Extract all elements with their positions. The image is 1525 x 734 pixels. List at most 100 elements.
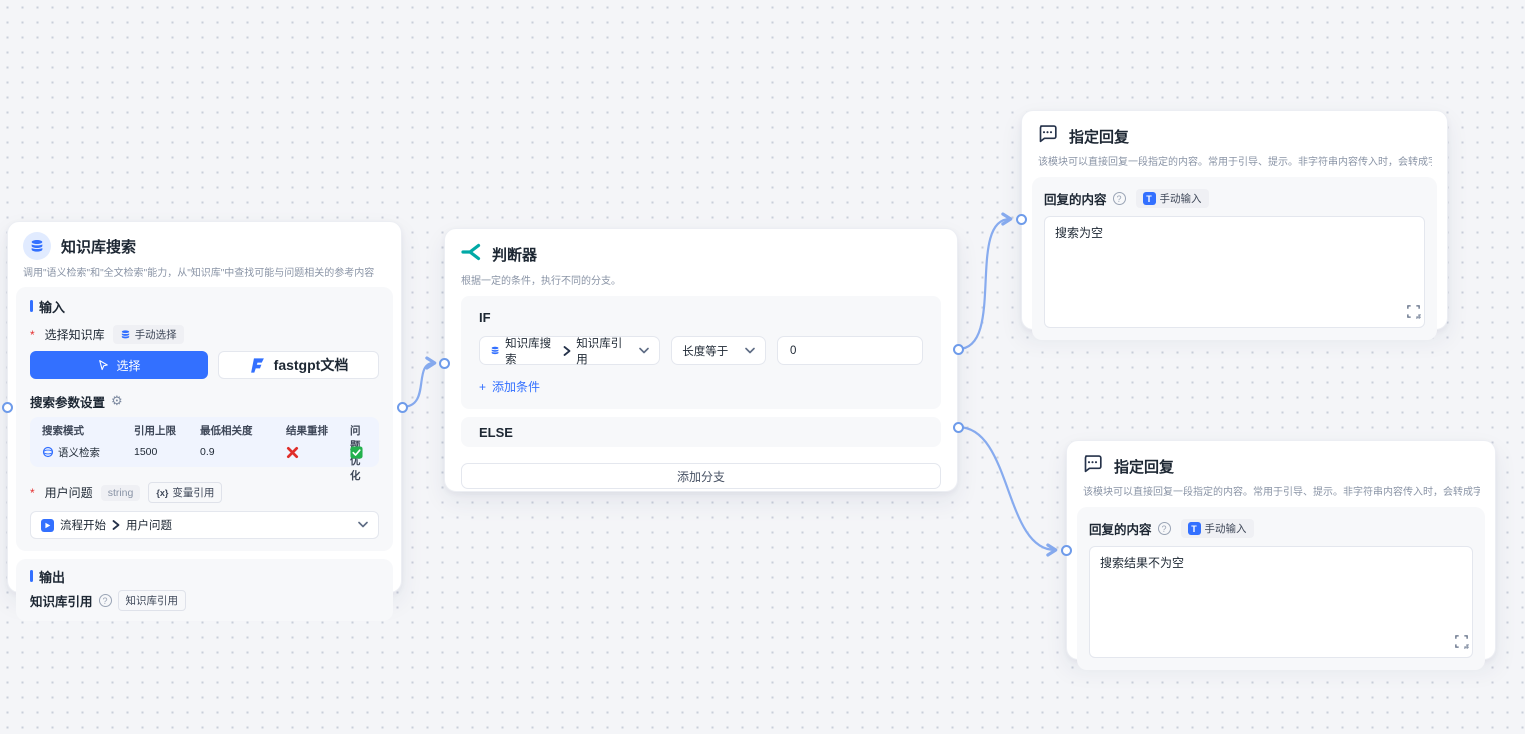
cell-quote-limit: 1500 xyxy=(134,443,200,461)
chevron-right-icon xyxy=(563,346,571,356)
section-bar xyxy=(30,300,33,312)
chevron-down-icon xyxy=(639,345,649,357)
condition-operator-select[interactable]: 长度等于 xyxy=(671,336,766,365)
fastgpt-logo xyxy=(249,357,266,374)
node-classifier[interactable]: 判断器 根据一定的条件，执行不同的分支。 IF 知识库搜索 知识库引用 长度等于 xyxy=(444,228,958,492)
select-cursor-icon xyxy=(97,359,110,372)
gear-icon[interactable]: ⚙ xyxy=(111,393,123,409)
port-reply-empty-input[interactable] xyxy=(1016,214,1027,225)
port-dataset-input[interactable] xyxy=(2,402,13,413)
red-cross-icon xyxy=(286,446,299,459)
cell-rerank-off xyxy=(286,443,350,461)
dataset-mini-icon xyxy=(120,329,131,340)
question-source: 流程开始 xyxy=(60,517,106,533)
chevron-down-icon xyxy=(358,519,368,531)
dataset-node-header: 知识库搜索 xyxy=(8,222,401,260)
classifier-node-header: 判断器 xyxy=(445,229,957,268)
condition-var-field: 知识库引用 xyxy=(576,335,629,367)
port-classifier-if[interactable] xyxy=(953,344,964,355)
section-bar xyxy=(30,570,33,582)
condition-var-source: 知识库搜索 xyxy=(505,335,558,367)
node-reply-filled[interactable]: 指定回复 该模块可以直接回复一段指定的内容。常用于引导、提示。非字符串内容传入时… xyxy=(1066,440,1496,660)
user-question-label: 用户问题 xyxy=(45,484,93,501)
input-section-label: 输入 xyxy=(30,298,379,314)
help-icon[interactable]: ? xyxy=(99,594,112,607)
reply-content-label-row: 回复的内容 ? T 手动输入 xyxy=(1044,189,1425,208)
reply-content-label: 回复的内容 xyxy=(1089,519,1152,538)
chevron-right-icon xyxy=(112,520,120,530)
chevron-down-icon xyxy=(745,345,755,357)
output-value-badge: 知识库引用 xyxy=(118,590,187,611)
col-search-mode: 搜索模式 xyxy=(42,423,134,438)
user-question-select[interactable]: 流程开始 用户问题 xyxy=(30,511,379,539)
search-params-table: 搜索模式 引用上限 最低相关度 结果重排 问题优化 语义检索 1500 0.9 xyxy=(30,417,379,467)
condition-value-input[interactable] xyxy=(777,336,923,365)
cell-min-similarity: 0.9 xyxy=(200,443,286,461)
dataset-output-section: 输出 知识库引用 ? 知识库引用 xyxy=(16,559,393,621)
expand-icon[interactable] xyxy=(1406,304,1421,324)
edge-if-to-reply-empty xyxy=(958,219,1010,349)
col-quote-limit: 引用上限 xyxy=(134,423,200,438)
flow-start-icon xyxy=(41,519,54,532)
condition-variable-select[interactable]: 知识库搜索 知识库引用 xyxy=(479,336,660,365)
if-branch-box: IF 知识库搜索 知识库引用 长度等于 + xyxy=(461,296,941,409)
help-icon[interactable]: ? xyxy=(1158,522,1171,535)
edge-else-to-reply-filled xyxy=(958,427,1055,550)
node-title: 判断器 xyxy=(492,244,537,265)
choose-dataset-button[interactable]: 选择 xyxy=(30,351,208,379)
green-check-icon xyxy=(350,446,363,459)
manual-input-badge[interactable]: T 手动输入 xyxy=(1181,519,1254,538)
col-min-similarity: 最低相关度 xyxy=(200,423,286,438)
reply-content-section: 回复的内容 ? T 手动输入 搜索结果不为空 xyxy=(1077,507,1485,670)
dataset-quote-output-row: 知识库引用 ? 知识库引用 xyxy=(30,590,379,611)
reply-node-header: 指定回复 xyxy=(1022,111,1447,149)
selected-dataset-chip[interactable]: fastgpt文档 xyxy=(218,351,379,379)
port-reply-filled-input[interactable] xyxy=(1061,545,1072,556)
cell-question-opt-on xyxy=(350,443,367,461)
reply-node-header: 指定回复 xyxy=(1067,441,1495,479)
expand-icon[interactable] xyxy=(1454,634,1469,654)
cell-search-mode: 语义检索 xyxy=(42,443,134,461)
manual-select-badge[interactable]: 手动选择 xyxy=(113,325,184,344)
semantic-search-icon xyxy=(42,446,54,458)
edge-dataset-to-classifier xyxy=(402,363,434,407)
port-classifier-else[interactable] xyxy=(953,422,964,433)
reply-content-textarea[interactable]: 搜索为空 xyxy=(1044,216,1425,328)
else-branch-box: ELSE xyxy=(461,417,941,447)
var-ref-icon: {x} xyxy=(156,488,168,498)
add-condition-button[interactable]: + 添加条件 xyxy=(479,378,923,395)
plus-icon: + xyxy=(479,380,486,394)
node-title: 指定回复 xyxy=(1114,456,1174,477)
dataset-input-section: 输入 * 选择知识库 手动选择 选择 fastgpt文档 xyxy=(16,287,393,551)
workflow-canvas[interactable]: 知识库搜索 调用"语义检索"和"全文检索"能力，从"知识库"中查找可能与问题相关… xyxy=(0,0,1525,734)
required-asterisk: * xyxy=(30,486,35,500)
node-description: 调用"语义检索"和"全文检索"能力，从"知识库"中查找可能与问题相关的参考内容 xyxy=(23,264,386,279)
node-description: 该模块可以直接回复一段指定的内容。常用于引导、提示。非字符串内容传入时，会转成字… xyxy=(1083,483,1480,498)
node-description: 根据一定的条件，执行不同的分支。 xyxy=(461,272,942,287)
dataset-icon xyxy=(23,232,51,260)
node-title: 指定回复 xyxy=(1069,126,1129,147)
output-section-label: 输出 xyxy=(30,568,379,584)
node-dataset-search[interactable]: 知识库搜索 调用"语义检索"和"全文检索"能力，从"知识库"中查找可能与问题相关… xyxy=(7,221,402,593)
help-icon[interactable]: ? xyxy=(1113,192,1126,205)
variable-ref-button[interactable]: {x} 变量引用 xyxy=(148,482,222,503)
if-label: IF xyxy=(479,310,923,326)
search-params-title[interactable]: 搜索参数设置 ⚙ xyxy=(30,393,379,409)
chat-bubble-icon xyxy=(1082,453,1103,479)
port-dataset-output[interactable] xyxy=(397,402,408,413)
add-branch-button[interactable]: 添加分支 xyxy=(461,463,941,489)
manual-input-badge[interactable]: T 手动输入 xyxy=(1136,189,1209,208)
select-dataset-label: 选择知识库 xyxy=(45,326,105,343)
reply-content-section: 回复的内容 ? T 手动输入 搜索为空 xyxy=(1032,177,1437,340)
question-field: 用户问题 xyxy=(126,517,172,533)
port-classifier-input[interactable] xyxy=(439,358,450,369)
node-reply-empty[interactable]: 指定回复 该模块可以直接回复一段指定的内容。常用于引导、提示。非字符串内容传入时… xyxy=(1021,110,1448,330)
text-input-icon: T xyxy=(1143,192,1156,205)
chat-bubble-icon xyxy=(1037,123,1058,149)
select-dataset-row: * 选择知识库 手动选择 xyxy=(30,325,379,344)
dataset-mini-icon xyxy=(490,345,500,356)
reply-content-label-row: 回复的内容 ? T 手动输入 xyxy=(1089,519,1473,538)
branch-icon xyxy=(460,241,482,268)
reply-content-label: 回复的内容 xyxy=(1044,189,1107,208)
reply-content-textarea[interactable]: 搜索结果不为空 xyxy=(1089,546,1473,658)
